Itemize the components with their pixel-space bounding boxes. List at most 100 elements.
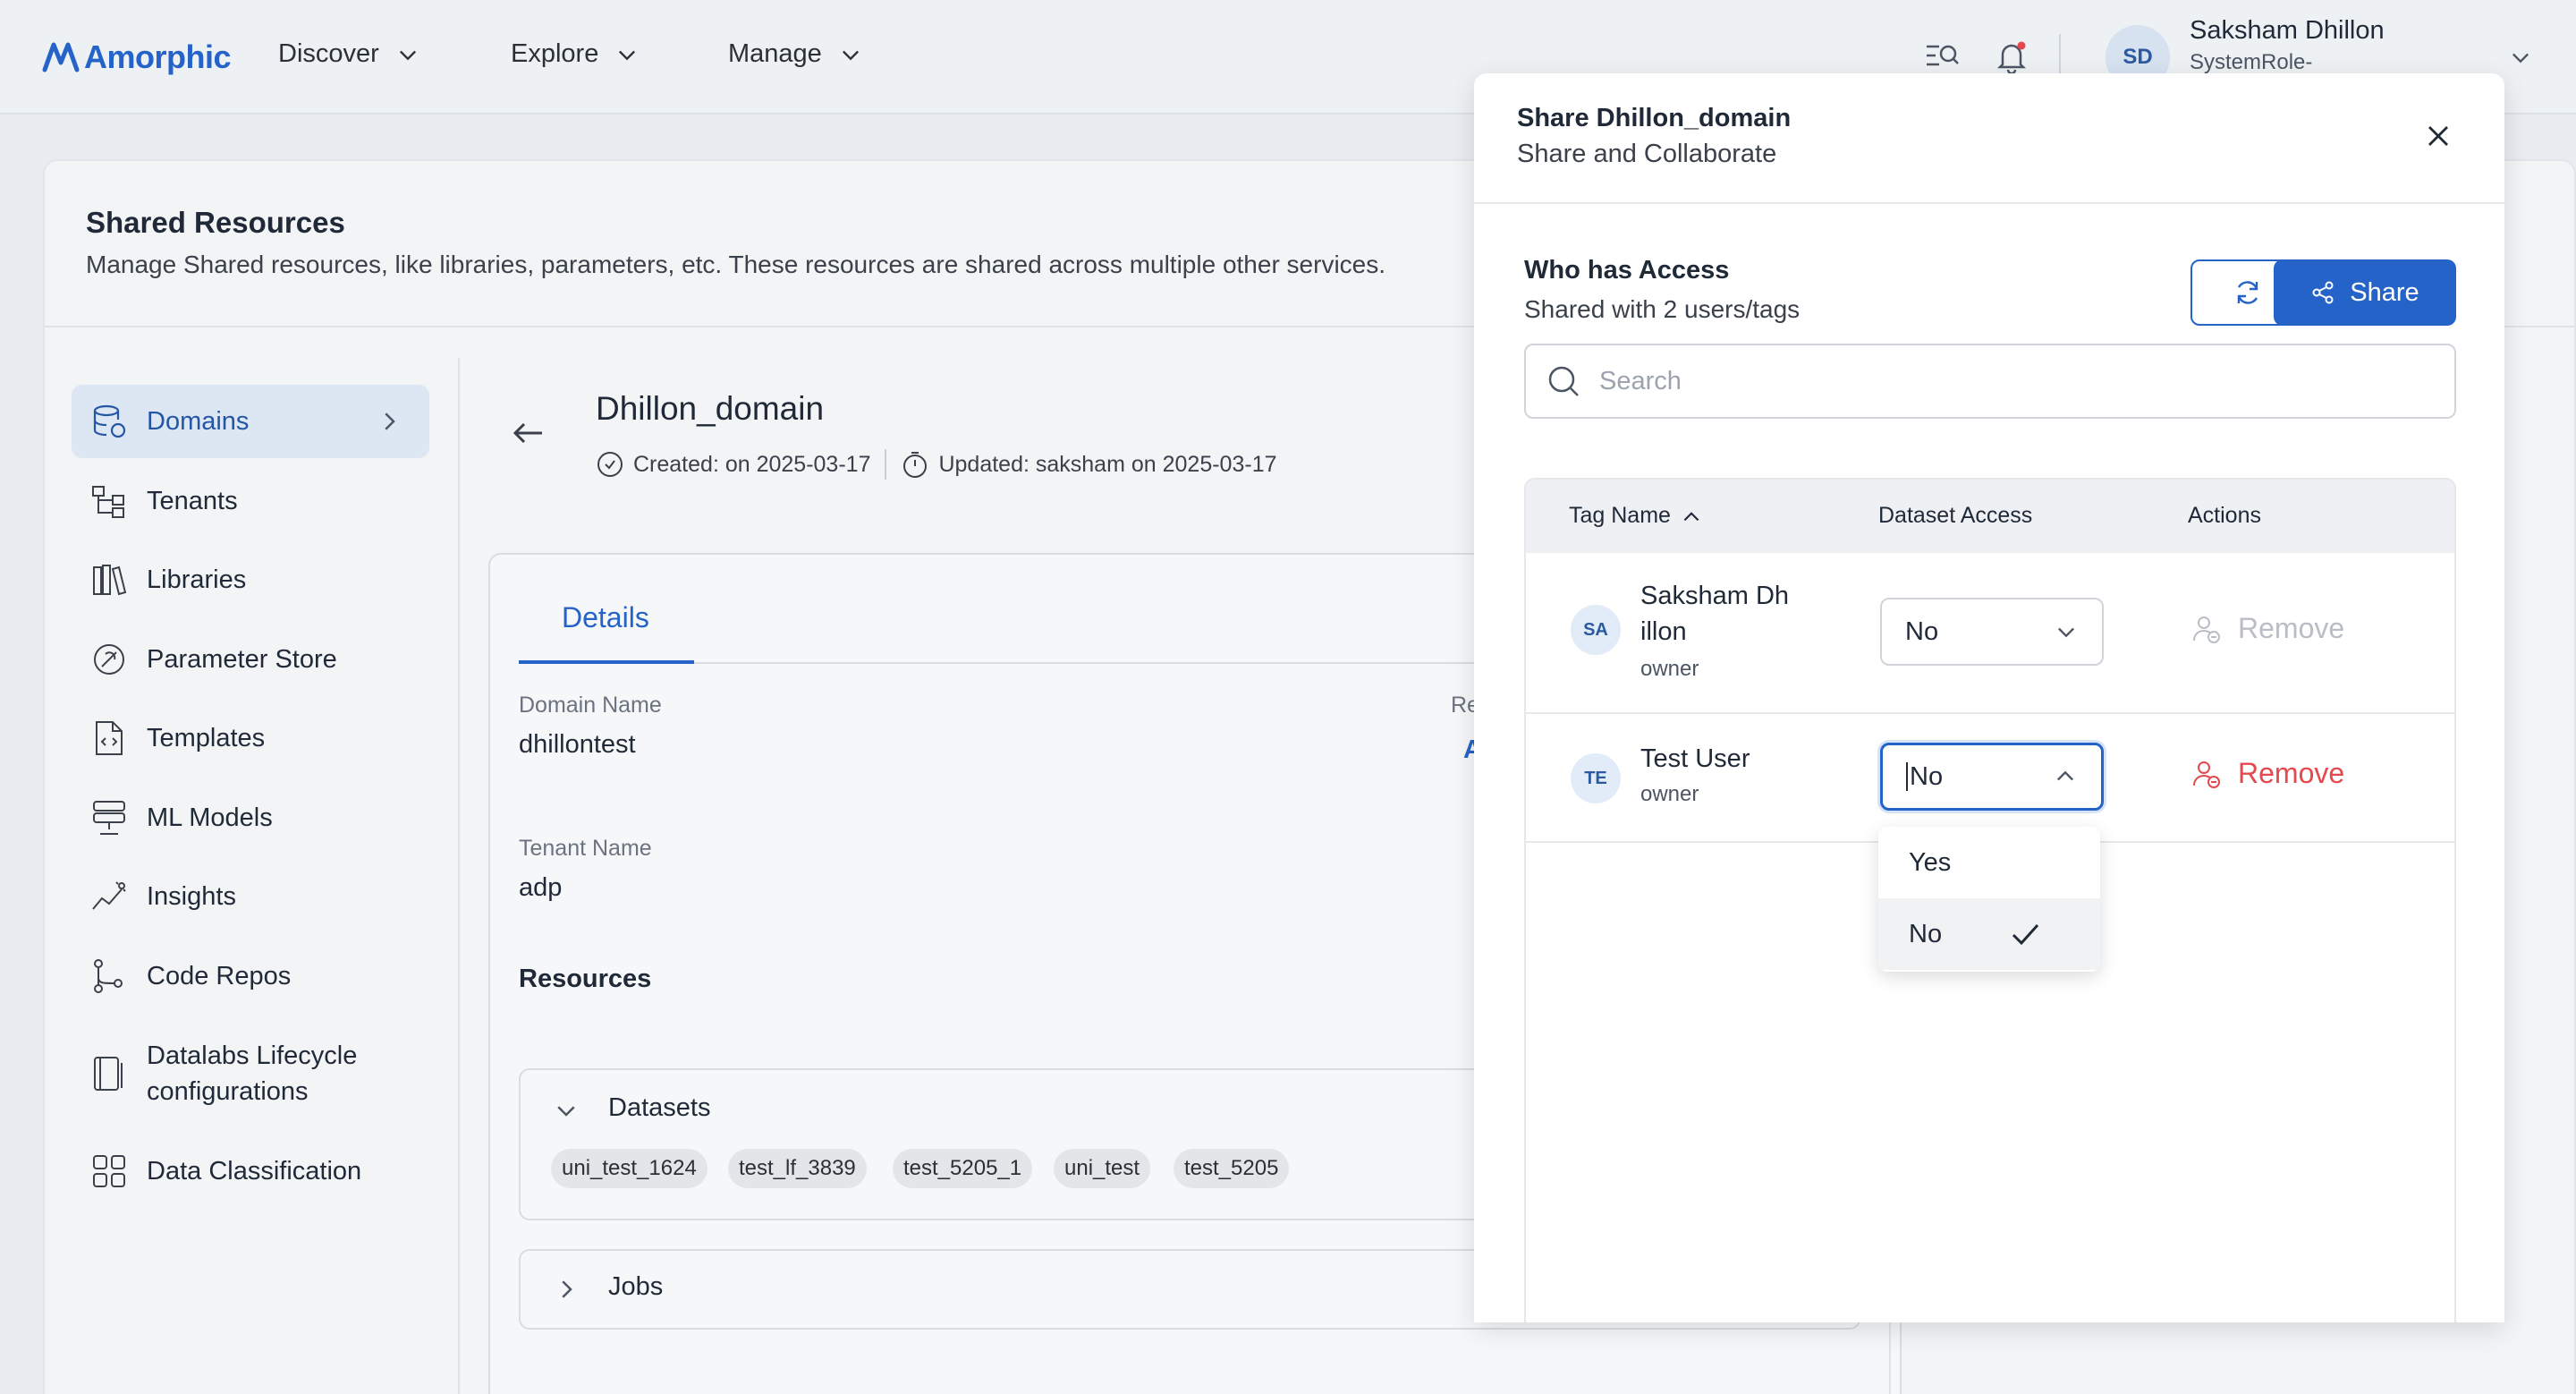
column-label: Dataset Access bbox=[1878, 503, 2033, 528]
modal-divider bbox=[1474, 202, 2504, 204]
parameter-icon bbox=[94, 644, 124, 675]
chevron-down-icon bbox=[399, 50, 416, 60]
sidebar-item-code-repos[interactable]: Code Repos bbox=[72, 939, 429, 1013]
notification-bell-icon[interactable] bbox=[1993, 38, 2030, 75]
dataset-chip[interactable]: test_5205 bbox=[1174, 1149, 1290, 1188]
chevron-down-icon bbox=[619, 50, 636, 60]
row-role: owner bbox=[1640, 657, 1699, 681]
search-input[interactable] bbox=[1599, 366, 2404, 396]
timer-icon bbox=[903, 452, 928, 478]
remove-user-icon bbox=[2193, 616, 2220, 643]
sidebar-item-data-classification[interactable]: Data Classification bbox=[72, 1135, 429, 1208]
column-header-tag-name[interactable]: Tag Name bbox=[1569, 503, 1703, 529]
domain-name-label: Domain Name bbox=[519, 693, 662, 718]
checkmark-icon bbox=[2012, 923, 2039, 946]
column-header-dataset-access: Dataset Access bbox=[1878, 503, 2032, 529]
column-label: Tag Name bbox=[1569, 503, 1671, 528]
tenant-name-label: Tenant Name bbox=[519, 836, 652, 861]
server-stack-icon bbox=[93, 801, 125, 835]
tab-details[interactable]: Details bbox=[562, 601, 649, 634]
modal-title: Share Dhillon_domain bbox=[1517, 104, 1792, 132]
row-name: Saksham Dh illon bbox=[1640, 578, 1810, 650]
sidebar-item-label-block: Datalabs Lifecycle configurations bbox=[147, 1038, 357, 1109]
sidebar-item-libraries[interactable]: Libraries bbox=[72, 543, 429, 616]
page-subtitle: Manage Shared resources, like libraries,… bbox=[86, 251, 1386, 278]
option-label: Yes bbox=[1909, 847, 1952, 877]
amorphic-logo-icon bbox=[42, 42, 80, 72]
dataset-access-select[interactable]: No bbox=[1880, 598, 2104, 666]
chevron-down-icon[interactable] bbox=[553, 1097, 580, 1124]
remove-button[interactable]: Remove bbox=[2191, 757, 2344, 790]
close-icon[interactable] bbox=[2422, 120, 2454, 152]
select-value: No bbox=[1910, 761, 1944, 791]
table-row: SA Saksham Dh illon owner No Remove bbox=[1526, 553, 2454, 714]
user-role: SystemRole- bbox=[2190, 50, 2313, 74]
share-button[interactable]: Share bbox=[2274, 259, 2456, 326]
back-arrow-icon[interactable] bbox=[510, 417, 546, 449]
domain-name-value: dhillontest bbox=[519, 730, 636, 759]
updated-text: Updated: saksham on 2025-03-17 bbox=[938, 451, 1277, 477]
dataset-chip[interactable]: uni_test bbox=[1054, 1149, 1151, 1188]
sidebar-item-parameter-store[interactable]: Parameter Store bbox=[72, 623, 429, 696]
sidebar-item-label: Datalabs Lifecycle bbox=[147, 1041, 358, 1070]
datasets-title[interactable]: Datasets bbox=[608, 1093, 710, 1123]
amorphic-logo[interactable]: Amorphic bbox=[41, 34, 232, 81]
sidebar-item-label: Domains bbox=[147, 406, 250, 436]
chevron-down-icon[interactable] bbox=[2508, 45, 2533, 70]
jobs-title[interactable]: Jobs bbox=[608, 1272, 663, 1302]
row-role: owner bbox=[1640, 782, 1699, 806]
nav-discover[interactable]: Discover bbox=[278, 39, 420, 69]
nav-discover-label: Discover bbox=[278, 39, 379, 68]
sidebar-item-label-line2: configurations bbox=[147, 1077, 309, 1106]
remove-label: Remove bbox=[2238, 612, 2345, 644]
nav-manage[interactable]: Manage bbox=[728, 39, 863, 69]
dataset-access-select[interactable]: No bbox=[1880, 743, 2104, 811]
library-icon bbox=[93, 565, 127, 596]
table-row: TE Test User owner No Remove bbox=[1526, 714, 2454, 843]
template-file-icon bbox=[96, 721, 123, 755]
refresh-icon bbox=[2237, 281, 2258, 304]
insights-chart-icon bbox=[92, 881, 126, 910]
domain-title: Dhillon_domain bbox=[596, 390, 825, 427]
sidebar-item-ml-models[interactable]: ML Models bbox=[72, 781, 429, 854]
search-field[interactable] bbox=[1524, 344, 2456, 419]
sidebar-item-label: Tenants bbox=[147, 486, 238, 515]
remove-label: Remove bbox=[2238, 757, 2345, 789]
text-cursor bbox=[1906, 762, 1908, 791]
search-icon bbox=[1548, 366, 1579, 396]
sidebar-item-domains[interactable]: Domains bbox=[72, 385, 429, 458]
created-text: Created: on 2025-03-17 bbox=[633, 451, 871, 477]
nav-explore[interactable]: Explore bbox=[511, 39, 640, 69]
tenant-name-value: adp bbox=[519, 873, 563, 902]
dropdown-option-no[interactable]: No bbox=[1878, 898, 2100, 970]
sidebar-item-datalabs-lifecycle[interactable]: Datalabs Lifecycle configurations bbox=[72, 1029, 429, 1118]
share-button-label: Share bbox=[2350, 277, 2419, 307]
dataset-chip[interactable]: test_lf_3839 bbox=[728, 1149, 867, 1188]
avatar: SA bbox=[1571, 605, 1621, 655]
lifecycle-icon bbox=[94, 1057, 123, 1091]
sidebar-item-label: Code Repos bbox=[147, 961, 292, 990]
access-title: Who has Access bbox=[1524, 256, 1730, 285]
sidebar-item-insights[interactable]: Insights bbox=[72, 860, 429, 933]
search-list-icon[interactable] bbox=[1923, 38, 1961, 75]
grid-icon bbox=[93, 1155, 125, 1187]
sidebar-item-label: Data Classification bbox=[147, 1156, 362, 1186]
select-value: No bbox=[1905, 616, 1939, 646]
dropdown-option-yes[interactable]: Yes bbox=[1878, 827, 2100, 898]
chevron-right-icon bbox=[385, 412, 395, 430]
dataset-chip[interactable]: uni_test_1624 bbox=[551, 1149, 708, 1188]
option-label: No bbox=[1909, 919, 1943, 948]
nav-explore-label: Explore bbox=[511, 39, 599, 68]
chevron-right-icon[interactable] bbox=[553, 1276, 580, 1303]
remove-button[interactable]: Remove bbox=[2191, 612, 2344, 645]
dataset-chip[interactable]: test_5205_1 bbox=[893, 1149, 1033, 1188]
sidebar-item-templates[interactable]: Templates bbox=[72, 701, 429, 775]
user-name[interactable]: Saksham Dhillon bbox=[2190, 16, 2385, 46]
share-icon bbox=[2312, 281, 2334, 304]
topbar-divider bbox=[2059, 34, 2061, 77]
sidebar-item-label: Libraries bbox=[147, 565, 247, 594]
sidebar-item-tenants[interactable]: Tenants bbox=[72, 464, 429, 538]
chevron-down-icon bbox=[2058, 627, 2074, 638]
active-tab-indicator bbox=[519, 660, 694, 664]
column-label: Actions bbox=[2188, 503, 2261, 528]
